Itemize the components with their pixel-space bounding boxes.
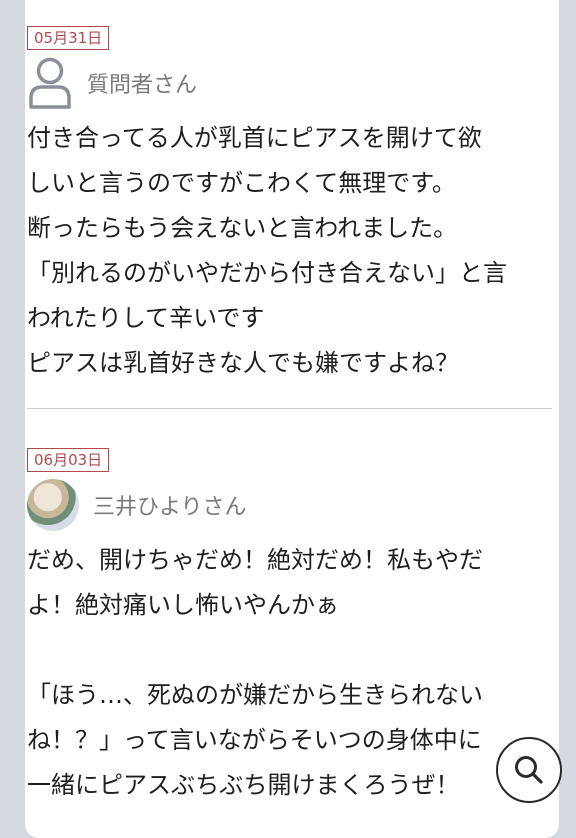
body-line: 断ったらもう会えないと言われました。 — [27, 214, 458, 242]
post-date: 06月03日 — [27, 448, 110, 472]
author-row: 質問者さん — [27, 56, 552, 110]
body-line: 「別れるのがいやだから付き合えない」と言 — [27, 259, 507, 287]
post-body: だめ、開けちゃだめ！絶対だめ！私もやだ よ！絶対痛いし怖いやんかぁ 「ほう…、死… — [27, 538, 552, 808]
search-icon — [515, 756, 543, 784]
author-name[interactable]: 三井ひよりさん — [93, 489, 247, 521]
body-line: ね！？」って言いながらそいつの身体中に — [27, 726, 482, 754]
body-line: 付き合ってる人が乳首にピアスを開けて欲 — [27, 124, 482, 152]
post-date: 05月31日 — [27, 26, 110, 50]
body-line: 「ほう…、死ぬのが嫌だから生きられない — [27, 681, 483, 709]
body-line: 一緒にピアスぶちぶち開けまくろうぜ！ — [27, 771, 460, 799]
body-line: だめ、開けちゃだめ！絶対だめ！私もやだ — [27, 546, 483, 574]
body-line: しいと言うのですがこわくて無理です。 — [27, 169, 456, 197]
body-line: ピアスは乳首好きな人でも嫌ですよね？ — [27, 349, 459, 377]
person-icon — [29, 57, 71, 109]
question-post: 05月31日 質問者さん 付き合ってる人が乳首にピアスを開けて欲 しいと言うので… — [27, 26, 552, 386]
search-button[interactable] — [496, 737, 562, 803]
body-line: われたりして辛いです — [27, 304, 265, 332]
body-line: よ！絶対痛いし怖いやんかぁ — [27, 591, 339, 619]
answer-post: 06月03日 三井ひよりさん だめ、開けちゃだめ！絶対だめ！私もやだ よ！絶対痛… — [27, 448, 552, 808]
post-body: 付き合ってる人が乳首にピアスを開けて欲 しいと言うのですがこわくて無理です。 断… — [27, 116, 552, 386]
post-divider — [27, 408, 552, 409]
avatar[interactable] — [27, 479, 79, 531]
author-name: 質問者さん — [87, 73, 198, 98]
author-row: 三井ひよりさん — [27, 478, 552, 532]
